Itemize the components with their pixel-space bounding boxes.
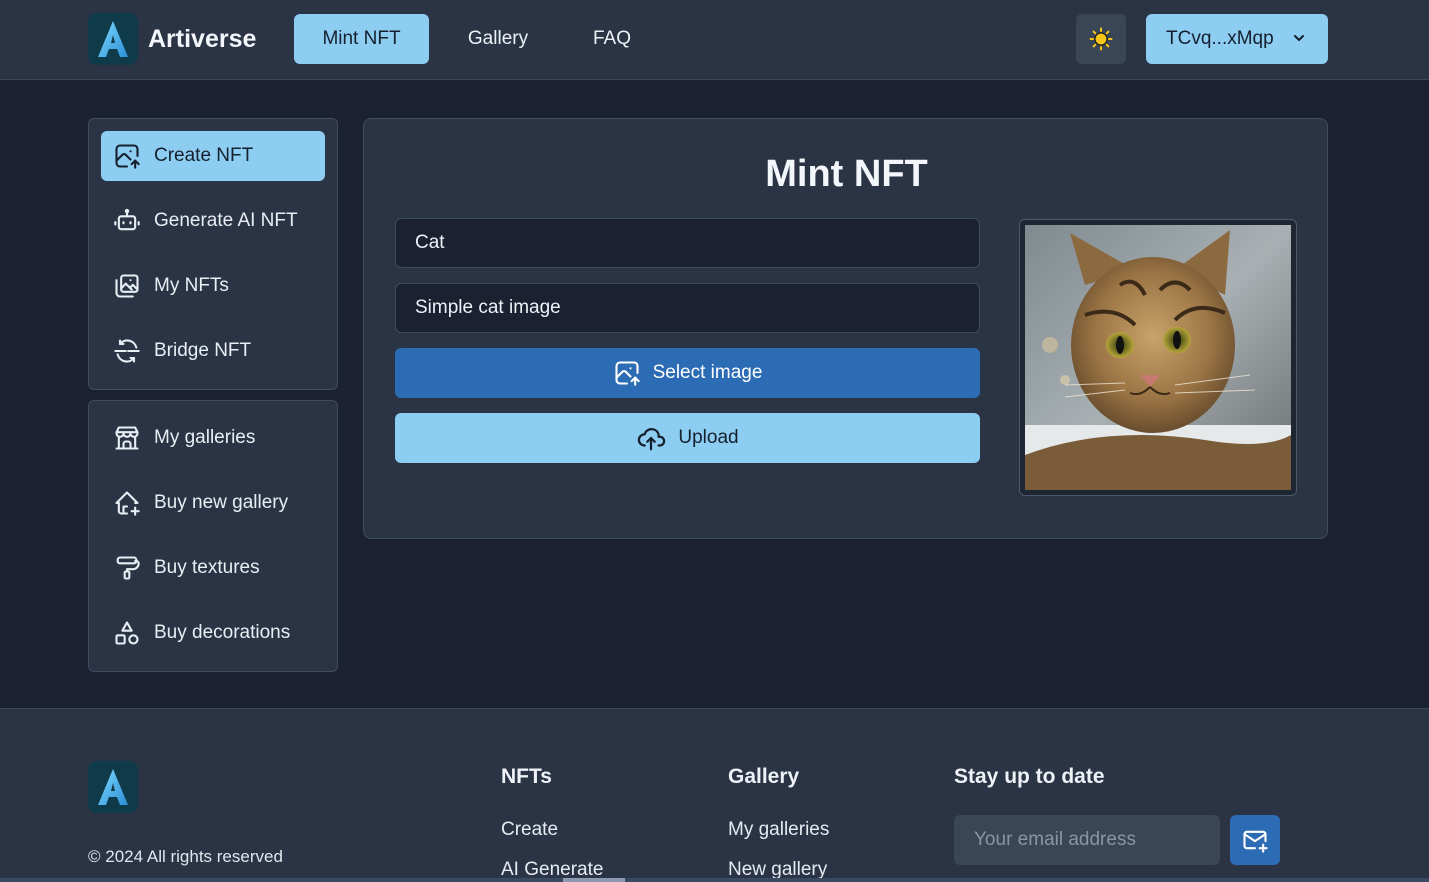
nft-name-input[interactable] xyxy=(395,218,980,268)
upload-label: Upload xyxy=(678,427,739,448)
sidebar-item-buy-decorations[interactable]: Buy decorations xyxy=(101,608,325,658)
newsletter-email-input[interactable] xyxy=(954,815,1220,865)
top-navbar: Artiverse Mint NFT Gallery FAQ TCvq...xM… xyxy=(0,0,1429,80)
sidebar-item-label: Create NFT xyxy=(154,145,254,166)
upload-button[interactable]: Upload xyxy=(395,413,980,463)
footer-logo[interactable] xyxy=(88,761,138,813)
cloud-upload-icon xyxy=(638,428,666,451)
select-image-label: Select image xyxy=(652,362,763,383)
mail-plus-icon xyxy=(1243,830,1268,853)
sidebar-item-label: My galleries xyxy=(154,427,256,448)
sidebar-item-buy-textures[interactable]: Buy textures xyxy=(101,543,325,593)
sidebar-item-my-nfts[interactable]: My NFTs xyxy=(101,261,325,311)
brand-name[interactable]: Artiverse xyxy=(148,25,256,54)
select-image-button[interactable]: Select image xyxy=(395,348,980,398)
chevron-down-icon xyxy=(1294,35,1304,41)
nft-menu-panel: Create NFT Generate AI NFT My NFTs Bridg… xyxy=(88,118,338,390)
footer-heading-newsletter: Stay up to date xyxy=(954,765,1105,788)
nav-mint-nft[interactable]: Mint NFT xyxy=(294,14,429,64)
nav-faq[interactable]: FAQ xyxy=(584,14,640,64)
image-preview xyxy=(1019,219,1297,496)
sidebar-item-buy-new-gallery[interactable]: Buy new gallery xyxy=(101,478,325,528)
nav-gallery[interactable]: Gallery xyxy=(458,14,538,64)
wallet-address: TCvq...xMqp xyxy=(1166,28,1274,49)
sidebar-item-my-galleries[interactable]: My galleries xyxy=(101,413,325,463)
building-store-icon xyxy=(115,426,139,450)
wallet-dropdown-button[interactable]: TCvq...xMqp xyxy=(1146,14,1328,64)
nft-description-input[interactable] xyxy=(395,283,980,333)
footer-heading-gallery: Gallery xyxy=(728,765,800,788)
scrollbar-thumb[interactable] xyxy=(563,878,625,882)
paint-roller-icon xyxy=(116,556,140,580)
sidebar-item-label: Generate AI NFT xyxy=(154,210,298,231)
sidebar-item-generate-ai-nft[interactable]: Generate AI NFT xyxy=(101,196,325,246)
gallery-menu-panel: My galleries Buy new gallery Buy texture… xyxy=(88,400,338,672)
logo-a-icon xyxy=(98,21,128,57)
robot-icon xyxy=(114,208,140,231)
home-plus-icon xyxy=(115,491,140,516)
image-upload-icon xyxy=(615,361,640,386)
bridge-icon xyxy=(114,339,140,363)
sidebar-item-create-nft[interactable]: Create NFT xyxy=(101,131,325,181)
theme-toggle-button[interactable] xyxy=(1076,14,1126,64)
sidebar-item-label: My NFTs xyxy=(154,275,229,296)
footer-link-my-galleries[interactable]: My galleries xyxy=(728,819,829,841)
sidebar-item-bridge-nft[interactable]: Bridge NFT xyxy=(101,326,325,376)
sidebar-item-label: Bridge NFT xyxy=(154,340,252,361)
copyright-text: © 2024 All rights reserved xyxy=(88,847,283,866)
newsletter-subscribe-button[interactable] xyxy=(1230,815,1280,865)
sidebar-item-label: Buy textures xyxy=(154,557,260,578)
page-title: Mint NFT xyxy=(765,153,928,195)
footer-link-create[interactable]: Create xyxy=(501,819,558,841)
footer-heading-nfts: NFTs xyxy=(501,765,552,788)
horizontal-scrollbar[interactable] xyxy=(0,878,1429,882)
artiverse-logo[interactable] xyxy=(88,13,138,65)
sidebar-item-label: Buy decorations xyxy=(154,622,291,643)
cat-photo-image xyxy=(1025,225,1291,490)
image-upload-icon xyxy=(115,144,140,169)
photos-icon xyxy=(115,274,139,298)
logo-a-icon xyxy=(98,769,128,805)
mint-nft-card: Mint NFT Select image Upload xyxy=(363,118,1328,539)
sun-icon xyxy=(1089,27,1113,51)
sidebar-item-label: Buy new gallery xyxy=(154,492,289,513)
shapes-icon xyxy=(115,621,139,645)
footer: © 2024 All rights reserved NFTs Create A… xyxy=(0,708,1429,882)
